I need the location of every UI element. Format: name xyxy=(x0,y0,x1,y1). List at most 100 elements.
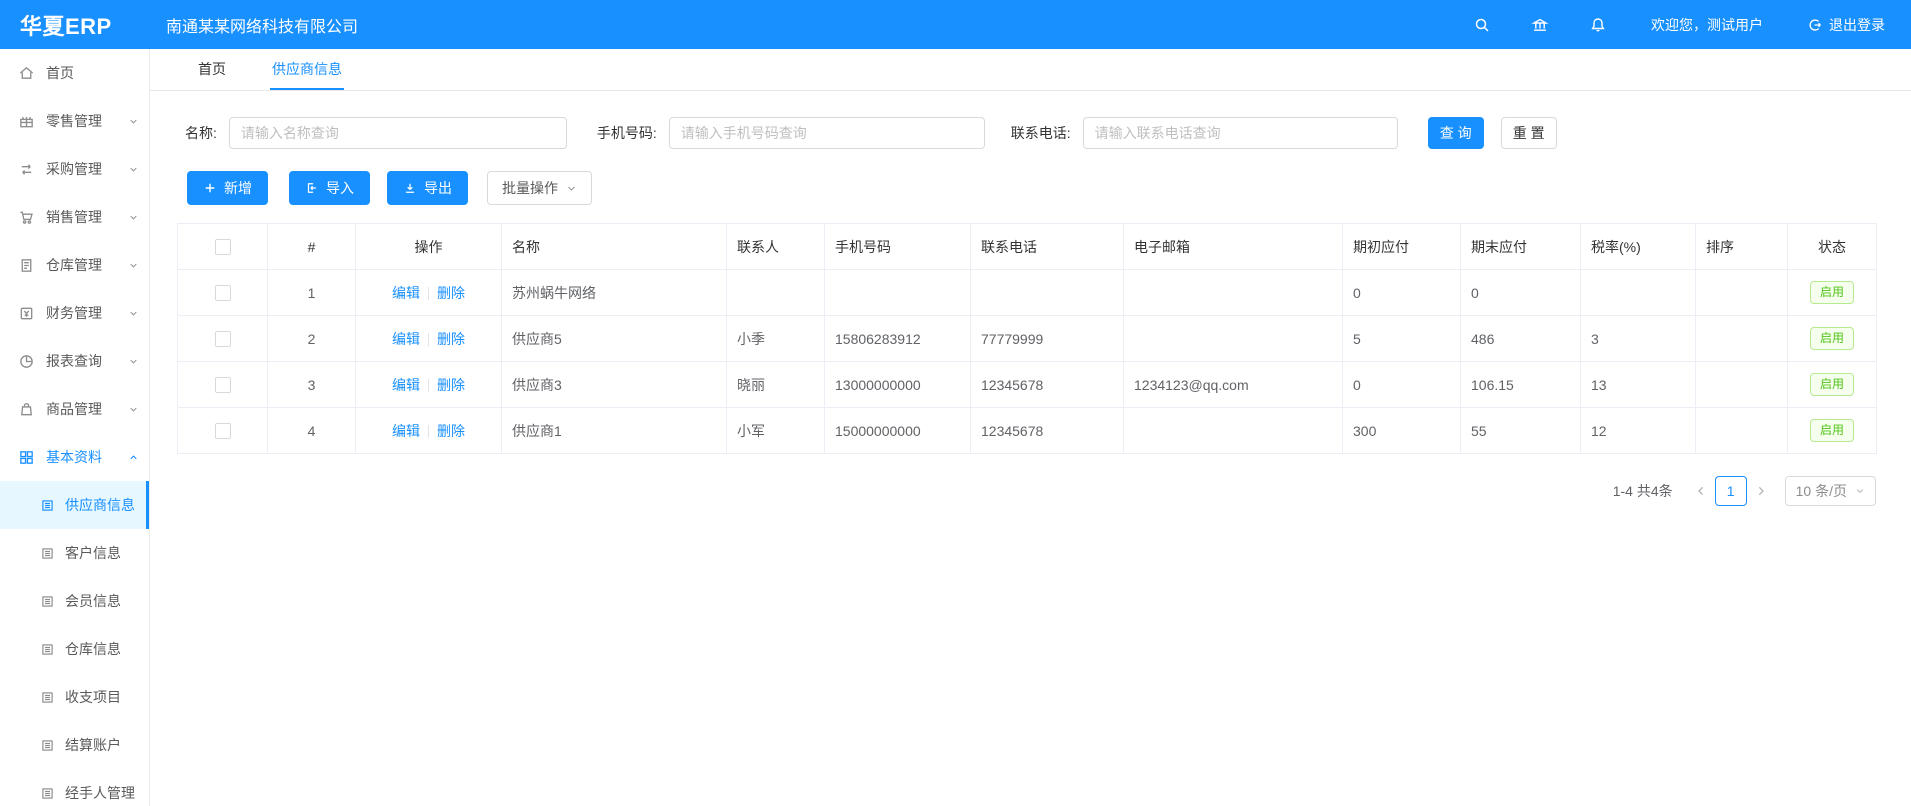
tab-supplier-info[interactable]: 供应商信息 xyxy=(270,49,344,90)
cell-tax-rate xyxy=(1581,270,1696,316)
select-all-checkbox[interactable] xyxy=(215,239,231,255)
table-row: 4 编辑删除 供应商1 小军 15000000000 12345678 300 … xyxy=(178,408,1877,454)
next-page-icon[interactable] xyxy=(1755,485,1767,497)
cell-end-payable: 106.15 xyxy=(1461,362,1581,408)
sidebar-item-sales[interactable]: 销售管理 xyxy=(0,193,149,241)
list-icon xyxy=(40,786,55,801)
status-badge: 启用 xyxy=(1810,373,1854,395)
sidebar-item-report[interactable]: 报表查询 xyxy=(0,337,149,385)
sidebar-subitem-supplier[interactable]: 供应商信息 xyxy=(0,481,149,529)
logout-button[interactable]: 退出登录 xyxy=(1807,15,1885,35)
search-button[interactable]: 查 询 xyxy=(1428,117,1484,149)
chevron-down-icon xyxy=(128,164,139,175)
batch-actions-dropdown[interactable]: 批量操作 xyxy=(487,171,592,205)
cell-tax-rate: 12 xyxy=(1581,408,1696,454)
page-size-select[interactable]: 10 条/页 xyxy=(1785,476,1876,506)
chevron-down-icon xyxy=(128,356,139,367)
sidebar-item-purchase[interactable]: 采购管理 xyxy=(0,145,149,193)
row-checkbox[interactable] xyxy=(215,331,231,347)
table-row: 2 编辑删除 供应商5 小季 15806283912 77779999 5 48… xyxy=(178,316,1877,362)
row-checkbox[interactable] xyxy=(215,285,231,301)
sidebar-item-finance[interactable]: 财务管理 xyxy=(0,289,149,337)
name-filter-input[interactable] xyxy=(229,117,567,149)
cell-sort xyxy=(1696,362,1788,408)
row-checkbox[interactable] xyxy=(215,377,231,393)
pagination: 1-4 共4条 1 10 条/页 xyxy=(150,476,1876,506)
batch-actions-label: 批量操作 xyxy=(502,178,558,198)
sidebar-subitem-label: 会员信息 xyxy=(65,591,121,611)
sidebar-subitem-warehouse-info[interactable]: 仓库信息 xyxy=(0,625,149,673)
divider xyxy=(428,287,429,300)
sidebar-item-home[interactable]: 首页 xyxy=(0,49,149,97)
sidebar-subitem-inout-item[interactable]: 收支项目 xyxy=(0,673,149,721)
status-badge: 启用 xyxy=(1810,327,1854,349)
cell-contact: 小季 xyxy=(727,316,825,362)
sidebar-item-basedata[interactable]: 基本资料 xyxy=(0,433,149,481)
sidebar-subitem-member[interactable]: 会员信息 xyxy=(0,577,149,625)
cell-sort xyxy=(1696,408,1788,454)
page-number-button[interactable]: 1 xyxy=(1715,476,1747,506)
export-button-label: 导出 xyxy=(424,178,452,198)
sidebar-item-label: 首页 xyxy=(46,63,74,83)
sidebar-subitem-settle-account[interactable]: 结算账户 xyxy=(0,721,149,769)
sidebar: 首页 零售管理 采购管理 销售管理 仓库管理 财务管理 xyxy=(0,49,150,806)
cell-end-payable: 486 xyxy=(1461,316,1581,362)
basedata-icon xyxy=(18,449,35,466)
cell-begin-payable: 0 xyxy=(1343,270,1461,316)
supplier-table: # 操作 名称 联系人 手机号码 联系电话 电子邮箱 期初应付 期末应付 税率(… xyxy=(177,223,1877,454)
export-icon xyxy=(403,181,417,195)
delete-link[interactable]: 删除 xyxy=(437,423,465,439)
divider xyxy=(428,333,429,346)
edit-link[interactable]: 编辑 xyxy=(392,377,420,393)
chevron-down-icon xyxy=(128,404,139,415)
logout-label: 退出登录 xyxy=(1829,15,1885,35)
import-icon xyxy=(305,181,319,195)
sidebar-item-warehouse[interactable]: 仓库管理 xyxy=(0,241,149,289)
cell-begin-payable: 5 xyxy=(1343,316,1461,362)
sidebar-item-goods[interactable]: 商品管理 xyxy=(0,385,149,433)
export-button[interactable]: 导出 xyxy=(387,171,468,205)
edit-link[interactable]: 编辑 xyxy=(392,285,420,301)
cell-sort xyxy=(1696,316,1788,362)
cell-name: 苏州蜗牛网络 xyxy=(502,270,727,316)
import-button[interactable]: 导入 xyxy=(289,171,370,205)
status-badge: 启用 xyxy=(1810,281,1854,303)
sidebar-subitem-handler[interactable]: 经手人管理 xyxy=(0,769,149,806)
logout-icon xyxy=(1807,17,1823,33)
sidebar-item-retail[interactable]: 零售管理 xyxy=(0,97,149,145)
delete-link[interactable]: 删除 xyxy=(437,285,465,301)
pagination-total: 1-4 共4条 xyxy=(1613,481,1673,501)
edit-link[interactable]: 编辑 xyxy=(392,423,420,439)
cell-name: 供应商1 xyxy=(502,408,727,454)
chevron-down-icon xyxy=(128,308,139,319)
sidebar-subitem-customer[interactable]: 客户信息 xyxy=(0,529,149,577)
import-button-label: 导入 xyxy=(326,178,354,198)
cell-contact xyxy=(727,270,825,316)
delete-link[interactable]: 删除 xyxy=(437,331,465,347)
edit-link[interactable]: 编辑 xyxy=(392,331,420,347)
add-button-label: 新增 xyxy=(224,178,252,198)
tab-home[interactable]: 首页 xyxy=(196,49,228,90)
platform-icon[interactable] xyxy=(1531,16,1549,34)
cell-num: 2 xyxy=(268,316,356,362)
phone-filter-label: 手机号码: xyxy=(597,123,657,143)
column-header-num: # xyxy=(268,224,356,270)
sidebar-subitem-label: 经手人管理 xyxy=(65,783,135,803)
cell-phone: 15000000000 xyxy=(825,408,971,454)
tel-filter-input[interactable] xyxy=(1083,117,1398,149)
row-checkbox[interactable] xyxy=(215,423,231,439)
table-header-row: # 操作 名称 联系人 手机号码 联系电话 电子邮箱 期初应付 期末应付 税率(… xyxy=(178,224,1877,270)
bell-icon[interactable] xyxy=(1589,16,1607,34)
add-button[interactable]: 新增 xyxy=(187,171,268,205)
phone-filter-input[interactable] xyxy=(669,117,985,149)
tel-filter-label: 联系电话: xyxy=(1011,123,1071,143)
prev-page-icon[interactable] xyxy=(1695,485,1707,497)
search-icon[interactable] xyxy=(1473,16,1491,34)
cell-begin-payable: 300 xyxy=(1343,408,1461,454)
cell-tel: 12345678 xyxy=(971,408,1124,454)
table-row: 1 编辑删除 苏州蜗牛网络 0 0 启用 xyxy=(178,270,1877,316)
delete-link[interactable]: 删除 xyxy=(437,377,465,393)
sidebar-item-label: 商品管理 xyxy=(46,399,102,419)
reset-button[interactable]: 重 置 xyxy=(1501,117,1557,149)
toolbar: 新增 导入 导出 批量操作 xyxy=(187,171,1911,205)
